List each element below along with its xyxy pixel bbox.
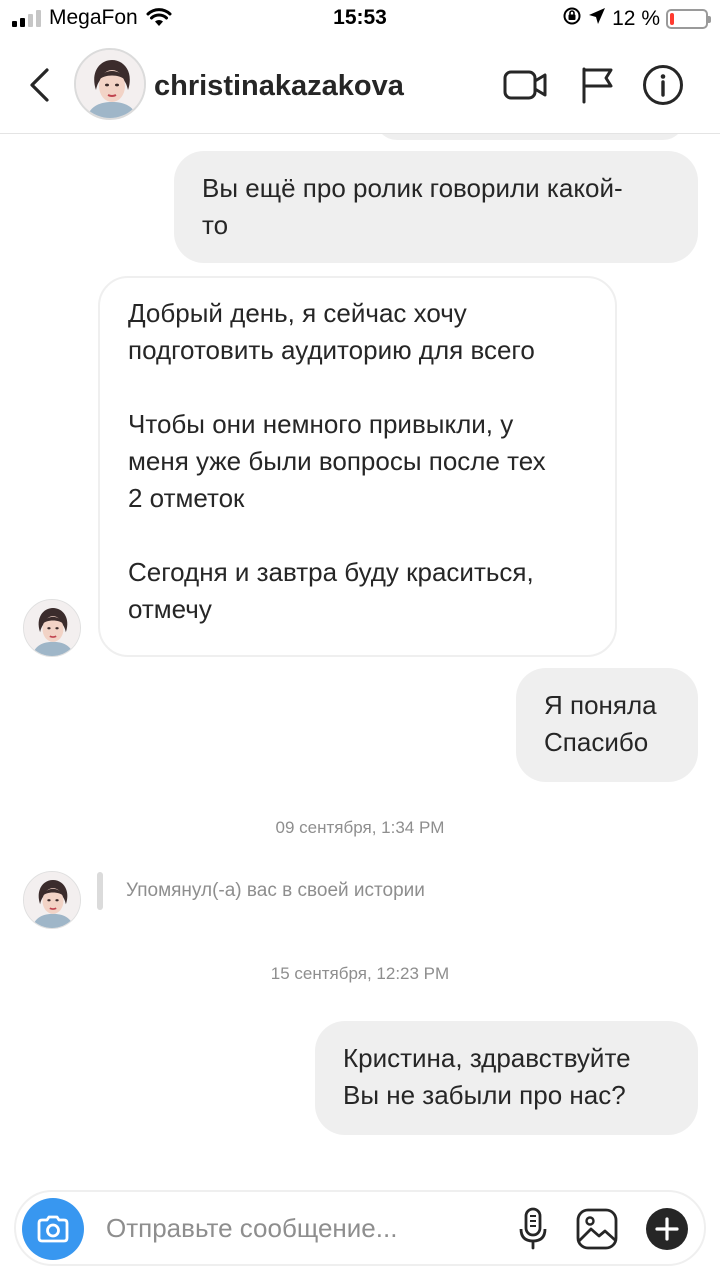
avatar-illustration — [24, 600, 80, 656]
info-button[interactable] — [640, 64, 686, 106]
message-timestamp: 09 сентября, 1:34 PM — [275, 818, 445, 837]
video-call-button[interactable] — [502, 64, 548, 106]
outgoing-message[interactable]: Кристина, здравствуйте Вы не забыли про … — [315, 1021, 698, 1135]
sender-avatar[interactable] — [23, 871, 81, 929]
message-text: Добрый день, я сейчас хочу — [128, 298, 467, 328]
status-bar: MegaFon 15:53 12 % — [0, 0, 720, 36]
message-text: Вы ещё про ролик говорили какой- — [202, 173, 623, 203]
camera-icon — [37, 1215, 69, 1243]
microphone-icon — [519, 1207, 547, 1250]
message-text: Спасибо — [544, 727, 649, 757]
location-arrow-icon — [588, 7, 606, 30]
back-button[interactable] — [22, 66, 56, 104]
message-text: отмечу — [128, 594, 212, 624]
battery-level — [670, 12, 675, 25]
status-right: 12 % — [562, 6, 711, 31]
message-text: 2 отметок — [128, 483, 245, 513]
chat-username[interactable]: christinakazakova — [154, 70, 404, 103]
avatar[interactable] — [74, 48, 146, 120]
message-text: подготовить аудиторию для всего — [128, 335, 535, 365]
voice-message-button[interactable] — [508, 1204, 558, 1254]
sender-avatar[interactable] — [23, 599, 81, 657]
image-icon — [576, 1208, 618, 1250]
chat-header: christinakazakova — [0, 36, 720, 134]
video-camera-icon — [503, 70, 547, 100]
message-text: Я поняла — [544, 690, 657, 720]
message-text: Кристина, здравствуйте — [343, 1043, 631, 1073]
orientation-lock-icon — [562, 6, 582, 31]
partial-timestamp — [0, 1168, 720, 1176]
dm-screen: MegaFon 15:53 12 % christinakazakova Вы … — [0, 0, 720, 1280]
plus-icon — [646, 1208, 688, 1250]
message-text: Вы не забыли про нас? — [343, 1080, 626, 1110]
chevron-left-icon — [30, 68, 49, 102]
message-text: Сегодня и завтра буду краситься, — [128, 557, 534, 587]
camera-button[interactable] — [22, 1198, 84, 1260]
outgoing-message[interactable]: Я поняла Спасибо — [516, 668, 698, 782]
message-composer — [14, 1190, 706, 1266]
story-mention[interactable]: Упомянул(-а) вас в своей истории — [126, 880, 425, 902]
outgoing-message[interactable]: Вы ещё про ролик говорили какой- то — [174, 151, 698, 263]
message-text: то — [202, 210, 229, 240]
avatar-illustration — [24, 872, 80, 928]
report-button[interactable] — [574, 64, 620, 106]
avatar-illustration — [76, 50, 144, 118]
message-timestamp: 15 сентября, 12:23 PM — [270, 964, 450, 983]
flag-icon — [582, 67, 613, 104]
battery-icon — [666, 8, 711, 29]
more-button[interactable] — [642, 1204, 692, 1254]
message-text: Чтобы они немного привыкли, у — [128, 409, 514, 439]
gallery-button[interactable] — [572, 1204, 622, 1254]
message-input[interactable] — [106, 1206, 506, 1250]
info-icon — [643, 65, 683, 105]
battery-percent: 12 % — [612, 6, 660, 30]
story-mention-bar — [97, 872, 103, 910]
message-text: меня уже были вопросы после тех — [128, 446, 546, 476]
incoming-message[interactable]: Добрый день, я сейчас хочу подготовить а… — [98, 276, 617, 657]
